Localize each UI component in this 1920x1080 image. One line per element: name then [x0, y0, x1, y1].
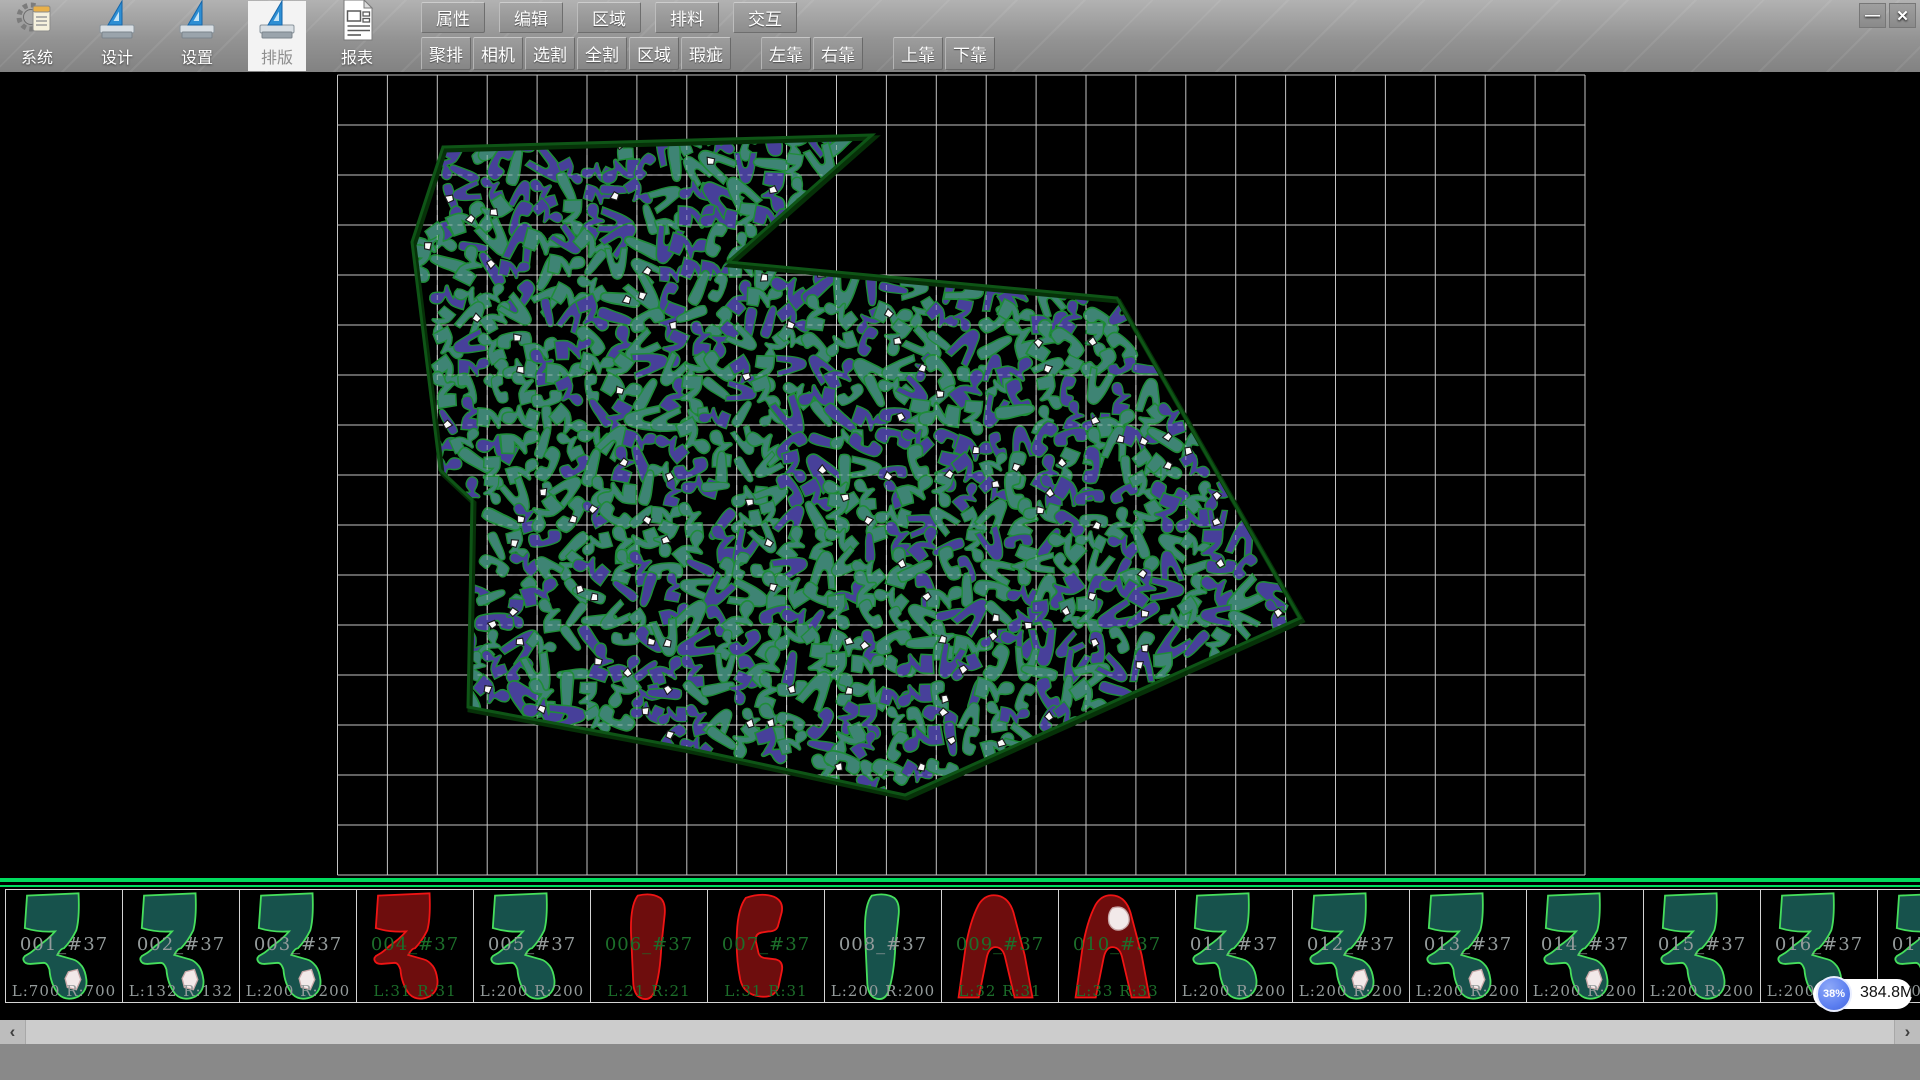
menu-bar: 属性编辑区域排料交互	[421, 2, 811, 33]
piece-shape	[942, 890, 1058, 1002]
app-button-3[interactable]: 设置	[168, 1, 226, 71]
piece-shape	[1527, 890, 1643, 1002]
app-button-2[interactable]: 设计	[88, 1, 146, 71]
piece-thumbnail-3[interactable]: 003_#37L:200 R:200	[239, 889, 357, 1003]
tool-button-聚排[interactable]: 聚排	[421, 37, 471, 70]
minimize-button[interactable]: —	[1859, 3, 1886, 28]
piece-thumbnail-5[interactable]: 005_#37L:200 R:200	[473, 889, 591, 1003]
piece-shape	[474, 890, 590, 1002]
scroll-left-button[interactable]: ‹	[0, 1020, 26, 1044]
app-button-label: 设置	[181, 44, 213, 68]
menu-tab-5[interactable]: 交互	[733, 2, 797, 33]
gear-icon	[15, 0, 59, 43]
piece-shape	[1059, 890, 1175, 1002]
piece-thumbnail-7[interactable]: 007_#37L:31 R:31	[707, 889, 825, 1003]
piece-thumbnail-1[interactable]: 001_#37L:700 R:700	[5, 889, 123, 1003]
separator-line-bottom	[0, 885, 1920, 887]
app-button-label: 系统	[21, 44, 53, 68]
status-bar	[0, 1044, 1920, 1080]
piece-thumbnail-2[interactable]: 002_#37L:132 R:132	[122, 889, 240, 1003]
tool-button-选割[interactable]: 选割	[525, 37, 575, 70]
piece-shape	[1644, 890, 1760, 1002]
tool-button-相机[interactable]: 相机	[473, 37, 523, 70]
piece-thumbnail-13[interactable]: 013_#37L:200 R:200	[1409, 889, 1527, 1003]
close-button[interactable]: ✕	[1889, 3, 1916, 28]
piece-shape	[591, 890, 707, 1002]
piece-thumbnail-strip: 001_#37L:700 R:700002_#37L:132 R:132003_…	[0, 889, 1920, 1003]
tool-button-右靠[interactable]: 右靠	[813, 37, 863, 70]
piece-shape	[1410, 890, 1526, 1002]
scroll-right-button[interactable]: ›	[1894, 1020, 1920, 1044]
app-button-label: 排版	[261, 44, 293, 68]
tool-group-gap	[865, 37, 893, 70]
tool-group-gap	[733, 37, 761, 70]
piece-shape	[123, 890, 239, 1002]
app-button-label: 报表	[341, 44, 373, 68]
app-button-1[interactable]: 系统	[8, 1, 66, 71]
piece-thumbnail-4[interactable]: 004_#37L:31 R:31	[356, 889, 474, 1003]
menu-tab-1[interactable]: 属性	[421, 2, 485, 33]
nesting-canvas-svg[interactable]	[0, 72, 1920, 879]
piece-thumbnail-12[interactable]: 012_#37L:200 R:200	[1292, 889, 1410, 1003]
window-controls: — ✕	[1859, 3, 1916, 28]
piece-shape	[825, 890, 941, 1002]
app-button-label: 设计	[101, 44, 133, 68]
piece-shape	[6, 890, 122, 1002]
separator-line-top	[0, 878, 1920, 882]
piece-shape	[240, 890, 356, 1002]
piece-thumbnail-8[interactable]: 008_#37L:200 R:200	[824, 889, 942, 1003]
progress-badge[interactable]: 38% 384.8M	[1813, 979, 1912, 1009]
piece-thumbnail-10[interactable]: 010_#37L:33 R:33	[1058, 889, 1176, 1003]
ruler-icon	[175, 0, 219, 43]
report-icon	[335, 0, 379, 43]
menu-tab-3[interactable]: 区域	[577, 2, 641, 33]
memory-size-label: 384.8M	[1860, 984, 1913, 1002]
tool-button-瑕疵[interactable]: 瑕疵	[681, 37, 731, 70]
app-button-5[interactable]: 报表	[328, 1, 386, 71]
tool-bar: 聚排相机选割全割区域瑕疵左靠右靠上靠下靠	[421, 37, 997, 70]
progress-percent-circle: 38%	[1816, 976, 1852, 1012]
ruler-icon	[95, 0, 139, 43]
main-toolbar: 系统设计设置排版报表 属性编辑区域排料交互 聚排相机选割全割区域瑕疵左靠右靠上靠…	[0, 0, 1920, 72]
tool-button-左靠[interactable]: 左靠	[761, 37, 811, 70]
ruler-icon	[255, 0, 299, 43]
piece-shape	[708, 890, 824, 1002]
nesting-canvas[interactable]	[0, 72, 1920, 879]
piece-shape	[1176, 890, 1292, 1002]
app-switcher: 系统 设计 设置 排版 报表	[8, 1, 408, 71]
piece-shape	[357, 890, 473, 1002]
menu-tab-2[interactable]: 编辑	[499, 2, 563, 33]
tool-button-全割[interactable]: 全割	[577, 37, 627, 70]
tool-button-上靠[interactable]: 上靠	[893, 37, 943, 70]
piece-thumbnail-11[interactable]: 011_#37L:200 R:200	[1175, 889, 1293, 1003]
piece-thumbnail-14[interactable]: 014_#37L:200 R:200	[1526, 889, 1644, 1003]
horizontal-scrollbar[interactable]: ‹ ›	[0, 1020, 1920, 1044]
piece-shape	[1293, 890, 1409, 1002]
piece-thumbnail-15[interactable]: 015_#37L:200 R:200	[1643, 889, 1761, 1003]
app-button-4[interactable]: 排版	[248, 1, 306, 71]
menu-tab-4[interactable]: 排料	[655, 2, 719, 33]
piece-thumbnail-6[interactable]: 006_#37L:21 R:21	[590, 889, 708, 1003]
piece-thumbnail-9[interactable]: 009_#37L:32 R:31	[941, 889, 1059, 1003]
tool-button-下靠[interactable]: 下靠	[945, 37, 995, 70]
tool-button-区域[interactable]: 区域	[629, 37, 679, 70]
